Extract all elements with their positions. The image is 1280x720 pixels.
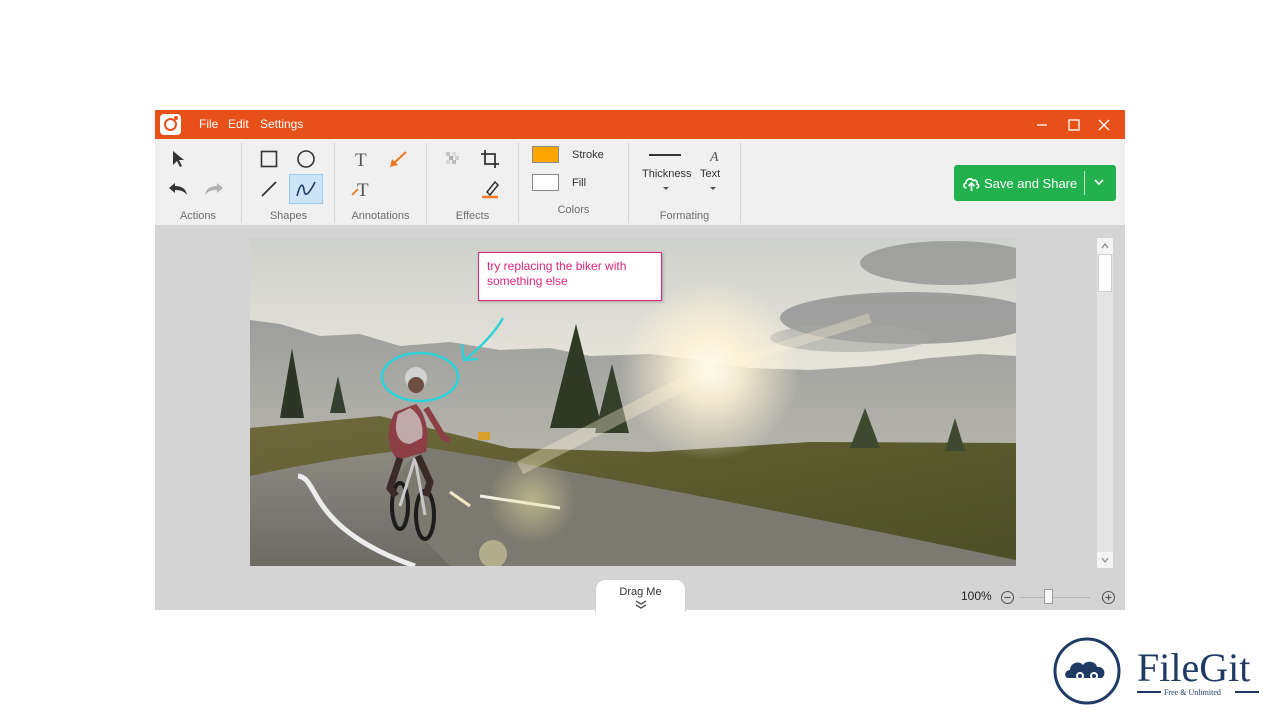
zoom-slider-track[interactable] bbox=[1020, 597, 1090, 598]
colors-label: Colors bbox=[557, 204, 590, 216]
chevron-down-icon[interactable] bbox=[1094, 179, 1104, 186]
zoom-slider-thumb[interactable] bbox=[1044, 589, 1053, 604]
thickness-chevron-down-icon bbox=[663, 187, 669, 190]
scroll-up-button[interactable] bbox=[1097, 238, 1113, 254]
colors-group: Stroke Fill Colors bbox=[519, 143, 629, 223]
redo-icon bbox=[205, 183, 223, 195]
fill-label: Fill bbox=[572, 177, 587, 189]
svg-text:T: T bbox=[355, 150, 367, 168]
shapes-label: Shapes bbox=[269, 210, 308, 222]
stroke-label: Stroke bbox=[572, 149, 604, 161]
toolbar: Actions Shapes T T Annotations Effects S… bbox=[155, 139, 1125, 225]
close-icon bbox=[1098, 119, 1110, 130]
filegit-logo-icon bbox=[1053, 637, 1121, 705]
freehand-curve-icon bbox=[296, 181, 316, 197]
text-tool[interactable]: T bbox=[345, 144, 379, 174]
formatting-group: Thickness A Text Formating bbox=[629, 143, 741, 223]
chevron-down-small-icon bbox=[1101, 557, 1109, 563]
vertical-scrollbar[interactable] bbox=[1097, 238, 1113, 568]
filegit-brand: FileGit bbox=[1137, 645, 1251, 690]
cursor-arrow-icon bbox=[173, 151, 184, 167]
zoom-out-icon[interactable] bbox=[1000, 590, 1015, 605]
pixelate-tool[interactable] bbox=[436, 144, 470, 174]
pixelate-icon bbox=[446, 152, 459, 164]
arrow-tool[interactable] bbox=[381, 144, 415, 174]
redo-button[interactable] bbox=[197, 174, 231, 204]
shapes-group: Shapes bbox=[243, 143, 335, 223]
cloud-upload-icon bbox=[963, 178, 980, 191]
undo-icon bbox=[169, 183, 187, 195]
select-tool[interactable] bbox=[161, 144, 195, 174]
tagline-rule-right bbox=[1235, 691, 1259, 693]
chevron-up-icon bbox=[1101, 243, 1109, 249]
annotation-callout[interactable]: try replacing the biker with something e… bbox=[478, 252, 662, 301]
fill-color-swatch[interactable] bbox=[532, 174, 559, 191]
annotations-label: Annotations bbox=[351, 210, 410, 222]
text-t-icon: T bbox=[355, 150, 367, 168]
highlight-ellipse[interactable] bbox=[380, 351, 460, 403]
actions-group: Actions bbox=[155, 143, 242, 223]
actions-label: Actions bbox=[179, 210, 217, 222]
italic-a-icon: A bbox=[709, 150, 719, 163]
drag-me-label: Drag Me bbox=[619, 586, 662, 598]
crop-icon bbox=[481, 150, 499, 168]
freehand-tool[interactable] bbox=[289, 174, 323, 204]
title-bar: File Edit Settings bbox=[155, 110, 1125, 139]
highlighter-icon bbox=[482, 180, 500, 199]
zoom-in-icon[interactable] bbox=[1101, 590, 1116, 605]
svg-text:A: A bbox=[709, 150, 719, 163]
maximize-button[interactable] bbox=[1059, 110, 1089, 139]
double-chevron-down-icon bbox=[635, 600, 647, 609]
arrow-icon bbox=[390, 151, 407, 167]
effects-label: Effects bbox=[455, 210, 490, 222]
crop-tool[interactable] bbox=[473, 144, 507, 174]
filegit-tagline: Free & Unlimited bbox=[1164, 688, 1221, 697]
minimize-icon bbox=[1037, 123, 1047, 126]
scroll-down-button[interactable] bbox=[1097, 552, 1113, 568]
rectangle-icon bbox=[260, 150, 278, 168]
effects-group: Effects bbox=[427, 143, 519, 223]
editor-canvas[interactable]: try replacing the biker with something e… bbox=[155, 225, 1125, 612]
filegit-watermark: FileGit Free & Unlimited bbox=[1052, 636, 1272, 708]
menu-file[interactable]: File bbox=[199, 117, 218, 131]
stroke-color-swatch[interactable] bbox=[532, 146, 559, 163]
menu-settings[interactable]: Settings bbox=[260, 117, 303, 131]
text-format-dropdown[interactable]: Text bbox=[700, 168, 720, 180]
annotations-group: T T Annotations bbox=[335, 143, 427, 223]
minimize-button[interactable] bbox=[1027, 110, 1057, 139]
circle-icon bbox=[297, 150, 315, 168]
close-button[interactable] bbox=[1089, 110, 1119, 139]
text-chevron-down-icon bbox=[710, 187, 716, 190]
annotation-arrow[interactable] bbox=[460, 317, 504, 362]
drag-me-handle[interactable]: Drag Me bbox=[595, 579, 686, 612]
zoom-level: 100% bbox=[961, 589, 992, 603]
button-divider bbox=[1084, 171, 1085, 195]
thickness-line-icon bbox=[649, 154, 681, 156]
tagline-rule-left bbox=[1137, 691, 1161, 693]
app-window: File Edit Settings Actions Shapes T T An… bbox=[155, 110, 1125, 612]
callout-text-tool[interactable]: T bbox=[345, 174, 379, 204]
maximize-icon bbox=[1068, 118, 1080, 131]
svg-text:T: T bbox=[357, 180, 369, 198]
scrollbar-thumb[interactable] bbox=[1098, 254, 1112, 292]
formatting-label: Formating bbox=[659, 210, 710, 222]
line-icon bbox=[261, 181, 277, 197]
rectangle-tool[interactable] bbox=[252, 144, 286, 174]
save-and-share-button[interactable]: Save and Share bbox=[954, 165, 1116, 201]
line-tool[interactable] bbox=[252, 174, 286, 204]
ellipse-tool[interactable] bbox=[289, 144, 323, 174]
menu-edit[interactable]: Edit bbox=[228, 117, 249, 131]
undo-button[interactable] bbox=[161, 174, 195, 204]
highlighter-tool[interactable] bbox=[473, 174, 507, 204]
thickness-dropdown[interactable]: Thickness bbox=[642, 168, 692, 180]
app-logo-icon bbox=[160, 114, 181, 135]
save-and-share-label: Save and Share bbox=[984, 176, 1078, 191]
callout-text-icon: T bbox=[351, 180, 369, 198]
